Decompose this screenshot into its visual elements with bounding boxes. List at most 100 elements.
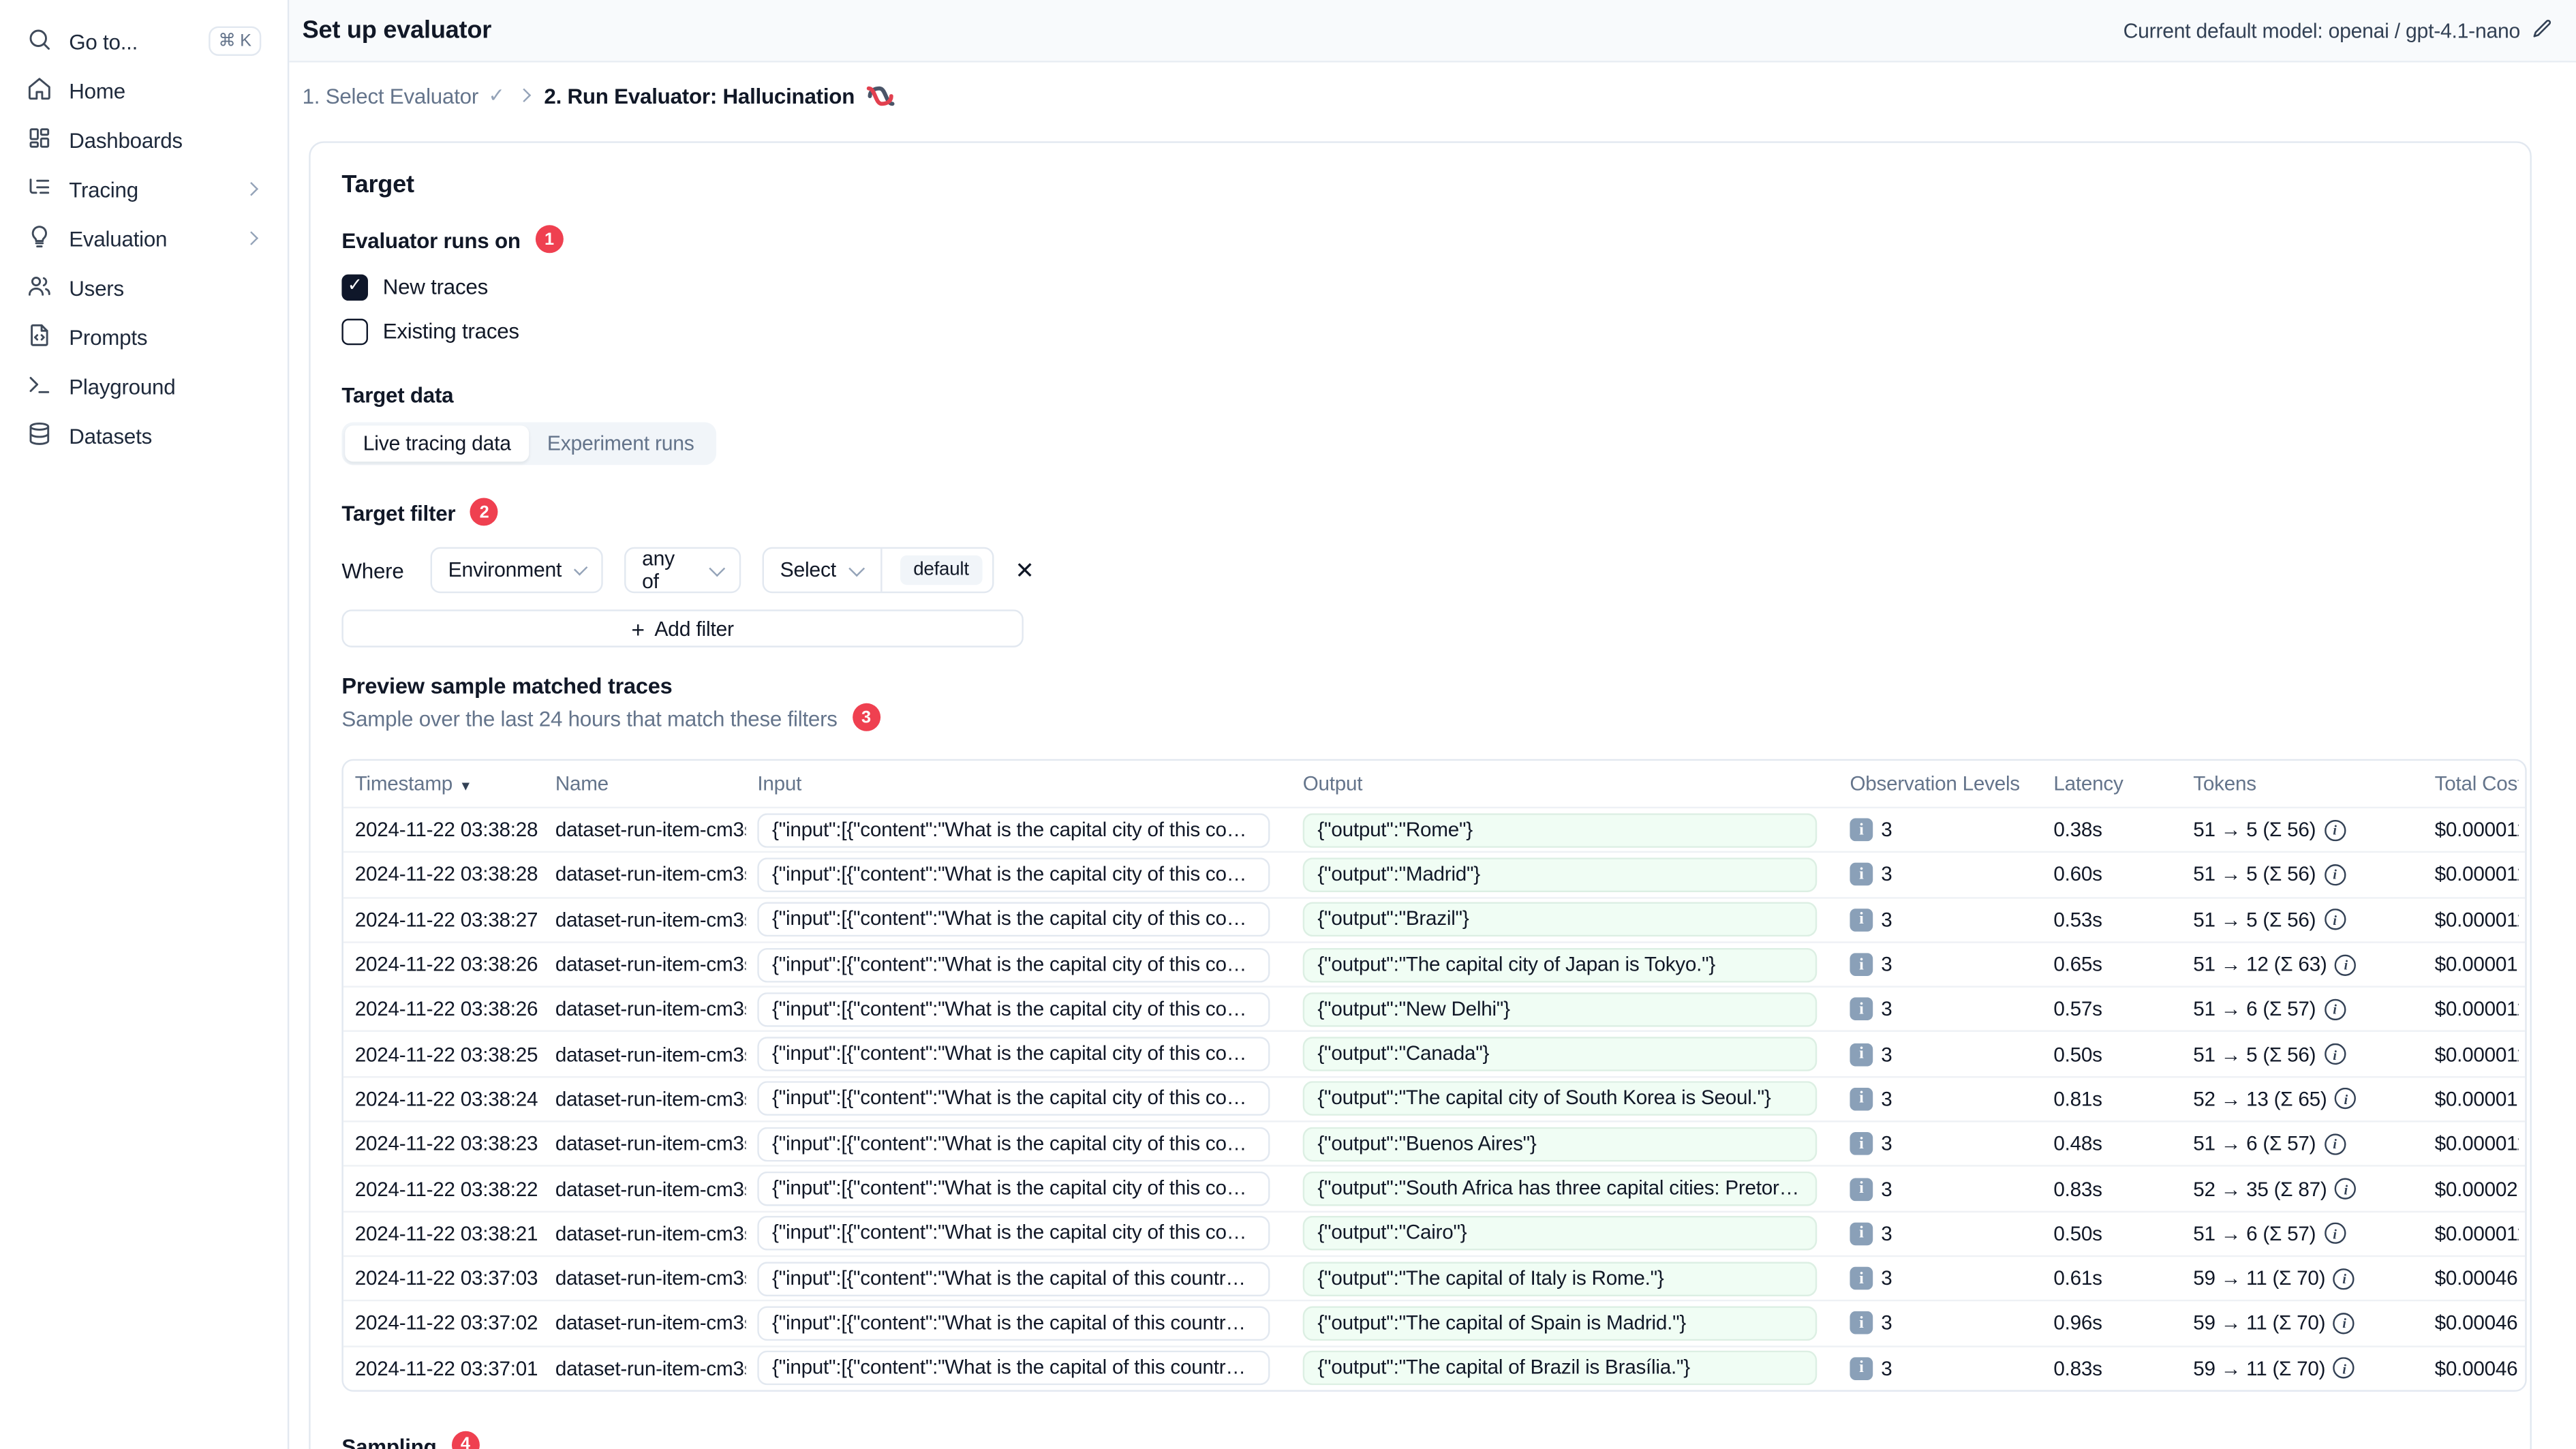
table-row[interactable]: 2024-11-22 03:38:27 dataset-run-item-cm3… (343, 896, 2526, 941)
latency-cell: 0.53s (2053, 908, 2102, 932)
sidebar-item-datasets[interactable]: Datasets (16, 411, 271, 460)
trace-input-json: {"input":[{"content":"What is the capita… (757, 902, 1270, 937)
observation-levels-cell: i 3 (1839, 998, 2042, 1021)
trace-timestamp: 2024-11-22 03:38:22 (354, 1177, 538, 1201)
chevron-right-icon (244, 231, 259, 245)
table-row[interactable]: 2024-11-22 03:37:02 dataset-run-item-cm3… (343, 1300, 2526, 1345)
info-square-icon: i (1850, 1356, 1873, 1380)
table-row[interactable]: 2024-11-22 03:37:01 dataset-run-item-cm3… (343, 1345, 2526, 1390)
trace-output-cell: {"output":"New Delhi"} (1291, 992, 1839, 1027)
add-filter-button[interactable]: + Add filter (341, 609, 1024, 647)
filter-column-select[interactable]: Environment (430, 547, 603, 594)
tokens-cell: 52 → 13 (Σ 65) i (2181, 1088, 2423, 1110)
tab-experiment-runs[interactable]: Experiment runs (529, 425, 712, 461)
tokens-cell: 51 → 5 (Σ 56) i (2181, 1043, 2423, 1066)
tab-live-tracing-data[interactable]: Live tracing data (345, 425, 530, 462)
plus-icon: + (631, 615, 645, 642)
keyboard-shortcut-badge: ⌘ K (208, 26, 262, 56)
latency-cell: 0.61s (2053, 1266, 2102, 1290)
trace-output-json: {"output":"The capital city of South Kor… (1302, 1082, 1818, 1116)
sidebar-item-dashboards[interactable]: Dashboards (16, 115, 271, 164)
trace-input-json: {"input":[{"content":"What is the capita… (757, 857, 1270, 892)
table-row[interactable]: 2024-11-22 03:38:28 dataset-run-item-cm3… (343, 806, 2526, 852)
go-to-search[interactable]: Go to... ⌘ K (16, 16, 271, 65)
default-model-note: Current default model: openai / gpt-4.1-… (2123, 17, 2554, 44)
filter-value-chip-default: default (900, 555, 983, 585)
tokens-info-icon[interactable]: i (2324, 909, 2346, 931)
trace-timestamp: 2024-11-22 03:38:24 (354, 1087, 538, 1111)
tokens-info-icon[interactable]: i (2324, 819, 2346, 841)
preview-heading: Preview sample matched traces (341, 673, 673, 699)
info-square-icon: i (1850, 908, 1873, 932)
trace-input-cell: {"input":[{"content":"What is the capita… (746, 1261, 1291, 1296)
trace-output-json: {"output":"Canada"} (1302, 1037, 1818, 1072)
tokens-info-icon[interactable]: i (2324, 998, 2346, 1020)
trace-name: dataset-run-item-cm3s4 (555, 1087, 746, 1111)
tokens-cell: 51 → 6 (Σ 57) i (2181, 1222, 2423, 1245)
trace-output-json: {"output":"Brazil"} (1302, 902, 1818, 937)
table-row[interactable]: 2024-11-22 03:38:28 dataset-run-item-cm3… (343, 851, 2526, 896)
trace-name: dataset-run-item-cm3s4 (555, 818, 746, 842)
table-row[interactable]: 2024-11-22 03:38:26 dataset-run-item-cm3… (343, 941, 2526, 986)
sidebar-item-prompts[interactable]: Prompts (16, 312, 271, 361)
total-cost-cell: $0.000011 ( (2434, 998, 2519, 1021)
filter-value-select[interactable]: Select default (762, 547, 994, 594)
checkbox-existing-traces[interactable]: ✓ Existing traces (341, 314, 2498, 348)
table-row[interactable]: 2024-11-22 03:38:21 dataset-run-item-cm3… (343, 1210, 2526, 1255)
sidebar-item-label: Tracing (69, 177, 138, 202)
sidebar-item-users[interactable]: Users (16, 263, 271, 312)
trace-input-cell: {"input":[{"content":"What is the capita… (746, 1216, 1291, 1251)
tokens-info-icon[interactable]: i (2335, 1088, 2357, 1110)
latency-cell: 0.50s (2053, 1042, 2102, 1066)
table-row[interactable]: 2024-11-22 03:37:03 dataset-run-item-cm3… (343, 1255, 2526, 1300)
trace-input-cell: {"input":[{"content":"What is the capita… (746, 1037, 1291, 1072)
table-row[interactable]: 2024-11-22 03:38:24 dataset-run-item-cm3… (343, 1076, 2526, 1120)
filter-operator-select[interactable]: any of (624, 547, 741, 594)
trace-timestamp: 2024-11-22 03:38:25 (354, 1042, 538, 1066)
table-body: 2024-11-22 03:38:28 dataset-run-item-cm3… (343, 806, 2526, 1390)
table-row[interactable]: 2024-11-22 03:38:22 dataset-run-item-cm3… (343, 1165, 2526, 1210)
target-data-label: Target data (341, 382, 454, 408)
trace-input-cell: {"input":[{"content":"What is the capita… (746, 1171, 1291, 1206)
trace-input-json: {"input":[{"content":"What is the capita… (757, 1127, 1270, 1161)
trace-timestamp: 2024-11-22 03:38:21 (354, 1222, 538, 1245)
traces-preview-table: Timestamp ▼ Name Input Output Observation… (341, 759, 2527, 1392)
trace-timestamp: 2024-11-22 03:38:28 (354, 818, 538, 842)
latency-cell: 0.48s (2053, 1132, 2102, 1156)
trace-input-cell: {"input":[{"content":"What is the capita… (746, 902, 1291, 937)
tokens-info-icon[interactable]: i (2335, 1178, 2357, 1200)
tokens-info-icon[interactable]: i (2324, 864, 2346, 886)
step2-label: 2. Run Evaluator: Hallucination (544, 82, 855, 108)
tokens-info-icon[interactable]: i (2333, 1357, 2355, 1379)
sidebar-item-tracing[interactable]: Tracing (16, 164, 271, 213)
tokens-info-icon[interactable]: i (2333, 1268, 2355, 1290)
sidebar-item-evaluation[interactable]: Evaluation (16, 213, 271, 262)
tokens-info-icon[interactable]: i (2324, 1223, 2346, 1245)
chevron-down-icon (573, 560, 587, 575)
tokens-info-icon[interactable]: i (2324, 1133, 2346, 1155)
filter-column-value: Environment (448, 558, 562, 582)
tokens-info-icon[interactable]: i (2333, 1312, 2355, 1334)
latency-cell: 0.57s (2053, 998, 2102, 1021)
trace-output-json: {"output":"The capital of Italy is Rome.… (1302, 1261, 1818, 1296)
sidebar-item-home[interactable]: Home (16, 65, 271, 115)
total-cost-cell: $0.000011 ( (2434, 1222, 2519, 1245)
tokens-info-icon[interactable]: i (2324, 1043, 2346, 1065)
column-header-total-cost: Total Cost (2434, 772, 2519, 795)
step-run-evaluator: 2. Run Evaluator: Hallucination (544, 83, 895, 108)
step-select-evaluator[interactable]: 1. Select Evaluator ✓ (303, 83, 505, 108)
trace-input-json: {"input":[{"content":"What is the capita… (757, 1351, 1270, 1386)
checkbox-new-traces[interactable]: ✓ New traces (341, 269, 2498, 304)
table-row[interactable]: 2024-11-22 03:38:26 dataset-run-item-cm3… (343, 986, 2526, 1031)
users-icon (27, 272, 53, 303)
tokens-info-icon[interactable]: i (2335, 954, 2357, 975)
total-cost-cell: $0.000016 (2434, 1087, 2519, 1111)
edit-pencil-icon[interactable] (2532, 17, 2553, 44)
sidebar-item-playground[interactable]: Playground (16, 361, 271, 410)
remove-filter-icon[interactable]: ✕ (1015, 556, 1034, 584)
table-row[interactable]: 2024-11-22 03:38:23 dataset-run-item-cm3… (343, 1120, 2526, 1165)
step-badge-1: 1 (535, 225, 564, 254)
table-row[interactable]: 2024-11-22 03:38:25 dataset-run-item-cm3… (343, 1031, 2526, 1076)
column-header-timestamp[interactable]: Timestamp ▼ (343, 772, 544, 795)
trace-output-json: {"output":"Buenos Aires"} (1302, 1127, 1818, 1161)
